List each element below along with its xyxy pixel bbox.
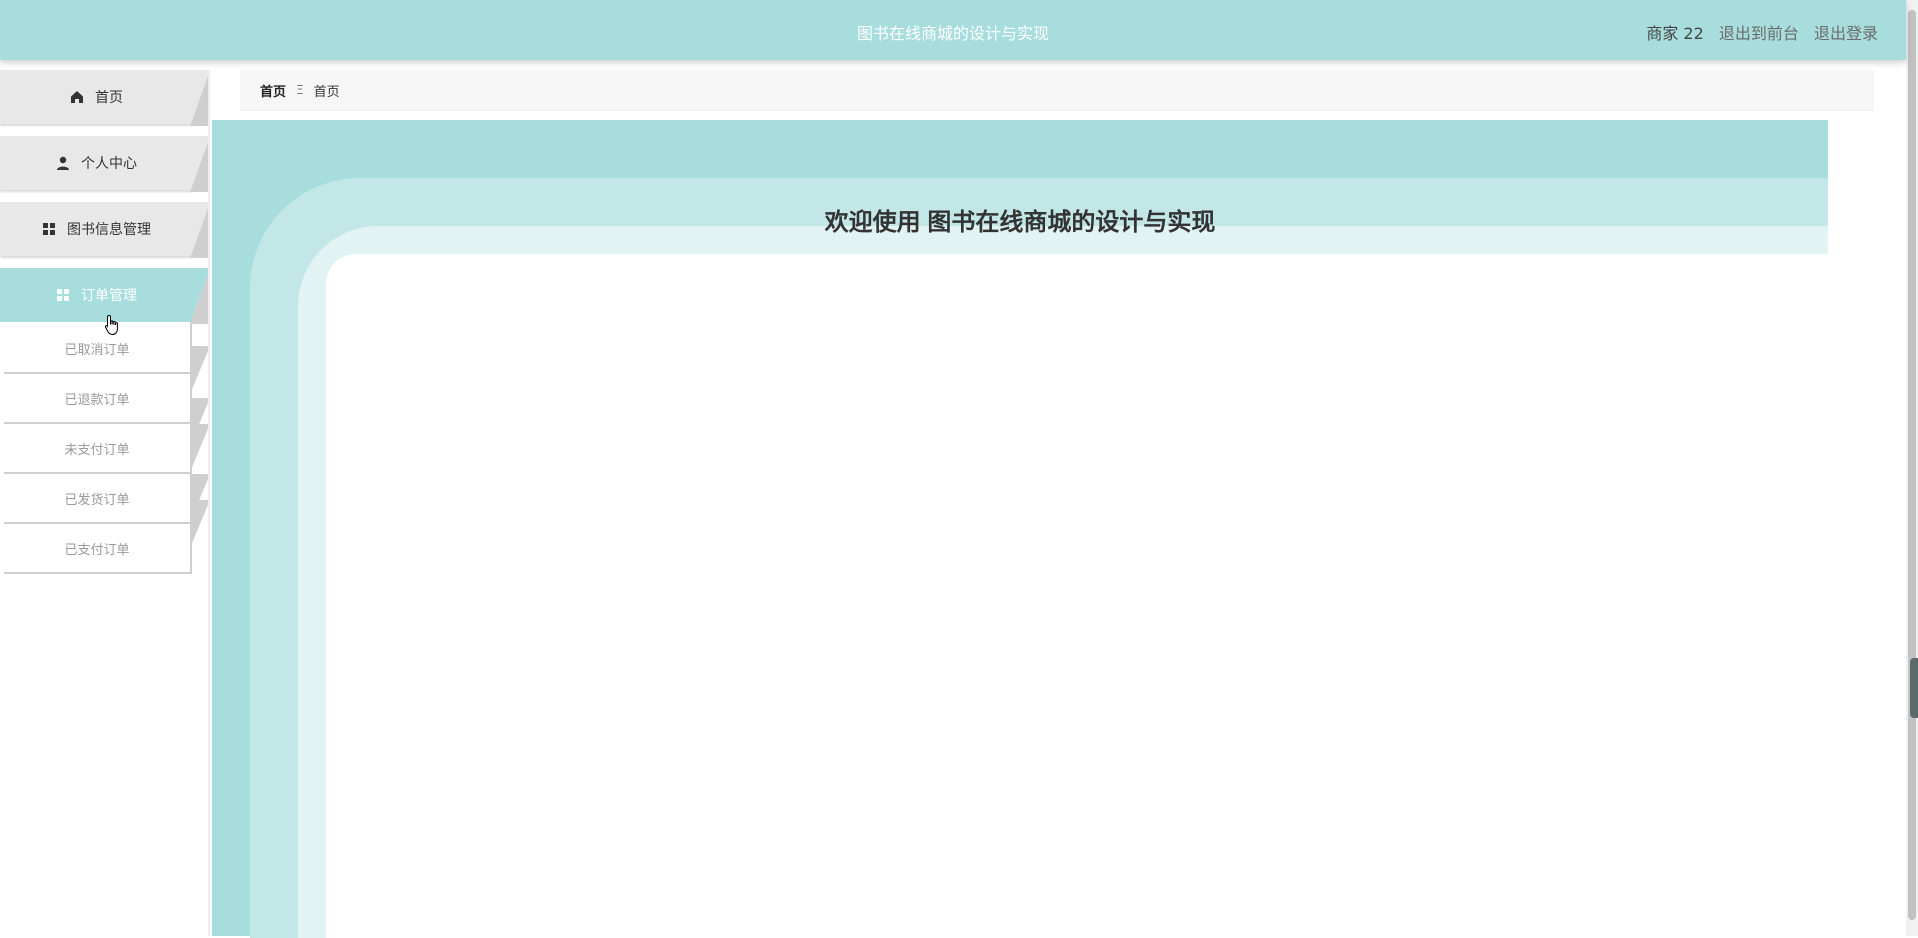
submenu-item-shipped-orders[interactable]: 已发货订单 <box>4 474 192 524</box>
breadcrumb-current: 首页 <box>313 84 340 100</box>
sidebar-item-face: 订单管理 <box>0 268 192 322</box>
grid-icon <box>41 221 57 237</box>
submenu-item-cancelled-orders[interactable]: 已取消订单 <box>4 324 192 374</box>
user-area: 商家 22 退出到前台 退出登录 <box>1646 20 1878 44</box>
scrollbar-thumb[interactable] <box>1908 10 1916 920</box>
content-area <box>326 254 1828 938</box>
sidebar-item-book-management[interactable]: 图书信息管理 <box>0 202 210 258</box>
exit-to-front-link[interactable]: 退出到前台 <box>1719 24 1799 43</box>
submenu-tab-shape <box>190 424 210 472</box>
sidebar-item-label: 图书信息管理 <box>67 222 151 238</box>
submenu-item-paid-orders[interactable]: 已支付订单 <box>4 524 192 574</box>
breadcrumb: 首页 Ξ 首页 <box>240 70 1874 111</box>
submenu-tab-shape <box>190 346 210 394</box>
grid-icon <box>55 287 71 303</box>
submenu-item-unpaid-orders[interactable]: 未支付订单 <box>4 424 192 474</box>
sidebar: 首页 个人中心 图书信息管理 订单管理 已取消订单 已退款订单 未支付订单 已发… <box>0 60 210 936</box>
sidebar-item-home[interactable]: 首页 <box>0 70 210 126</box>
submenu-tab-shape <box>190 500 210 548</box>
hand-cursor-icon <box>104 314 122 336</box>
side-floating-widget[interactable] <box>1910 658 1918 718</box>
page-scrollbar[interactable] <box>1906 0 1918 936</box>
sidebar-item-label: 订单管理 <box>81 288 137 304</box>
top-header: 图书在线商城的设计与实现 商家 22 退出到前台 退出登录 <box>0 0 1906 60</box>
sidebar-item-label: 个人中心 <box>81 156 137 172</box>
sidebar-item-personal-center[interactable]: 个人中心 <box>0 136 210 192</box>
sidebar-item-face: 首页 <box>0 70 192 124</box>
user-name: 商家 22 <box>1646 24 1704 43</box>
sidebar-item-face: 个人中心 <box>0 136 192 190</box>
sidebar-item-face: 图书信息管理 <box>0 202 192 256</box>
welcome-heading: 欢迎使用 图书在线商城的设计与实现 <box>824 209 1216 236</box>
home-icon <box>69 89 85 105</box>
sidebar-item-label: 首页 <box>95 90 123 106</box>
logout-link[interactable]: 退出登录 <box>1814 24 1878 43</box>
submenu-item-refunded-orders[interactable]: 已退款订单 <box>4 374 192 424</box>
user-icon <box>55 155 71 171</box>
breadcrumb-home[interactable]: 首页 <box>260 81 286 100</box>
breadcrumb-separator: Ξ <box>296 83 304 97</box>
app-title: 图书在线商城的设计与实现 <box>856 24 1049 43</box>
